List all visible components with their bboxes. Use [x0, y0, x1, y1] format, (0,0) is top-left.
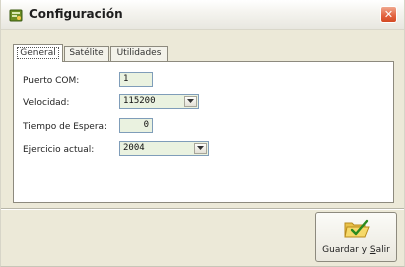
ejercicio-actual-label: Ejercicio actual: — [23, 145, 95, 155]
tab-general[interactable]: General — [13, 44, 63, 62]
ejercicio-actual-value: 2004 — [123, 143, 145, 153]
app-icon — [9, 9, 23, 22]
ejercicio-dropdown-button[interactable] — [194, 143, 207, 154]
tab-satelite[interactable]: Satélite — [64, 46, 109, 61]
tiempo-espera-input[interactable]: 0 — [119, 118, 153, 133]
ejercicio-actual-select[interactable]: 2004 — [119, 141, 209, 156]
save-and-exit-label: Guardar y Salir — [316, 245, 396, 255]
velocidad-label: Velocidad: — [23, 98, 70, 108]
velocidad-value: 115200 — [123, 96, 156, 106]
tab-utilidades-label: Utilidades — [116, 48, 162, 58]
tiempo-espera-label: Tiempo de Espera: — [23, 122, 108, 132]
window-title: Configuración — [29, 7, 123, 21]
config-window: Configuración ✕ General Satélite Utilida… — [0, 0, 405, 267]
save-label-suffix: alir — [375, 245, 390, 255]
tab-satelite-label: Satélite — [69, 48, 104, 58]
save-and-exit-button[interactable]: Guardar y Salir — [315, 212, 397, 262]
save-label-prefix: Guardar y — [322, 245, 370, 255]
velocidad-dropdown-button[interactable] — [184, 96, 197, 107]
tab-utilidades[interactable]: Utilidades — [110, 46, 168, 61]
close-button[interactable]: ✕ — [380, 6, 397, 23]
tab-general-label: General — [17, 47, 59, 59]
footer-divider — [1, 208, 404, 210]
general-panel: Puerto COM: 1 Velocidad: 115200 Tiempo d… — [13, 61, 394, 203]
puerto-com-label: Puerto COM: — [23, 76, 80, 86]
chevron-down-icon — [197, 146, 204, 150]
puerto-com-input[interactable]: 1 — [119, 72, 153, 87]
title-bar[interactable]: Configuración ✕ — [1, 0, 404, 30]
chevron-down-icon — [187, 99, 194, 103]
folder-check-icon — [344, 219, 370, 238]
velocidad-select[interactable]: 115200 — [119, 94, 199, 109]
close-icon: ✕ — [383, 8, 394, 21]
